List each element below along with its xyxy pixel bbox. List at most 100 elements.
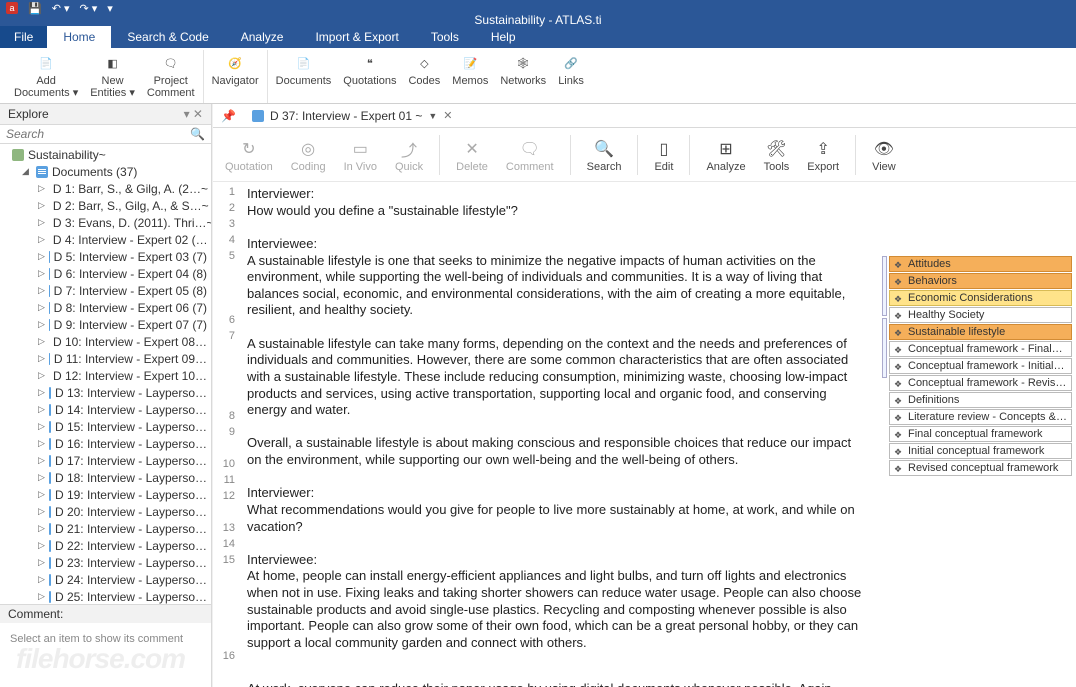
code-tag[interactable]: Initial conceptual framework [889, 443, 1072, 459]
text-line[interactable]: Interviewee: [247, 236, 866, 253]
code-tag[interactable]: Conceptual framework - Revis… [889, 375, 1072, 391]
save-icon[interactable]: 💾 [28, 2, 42, 15]
text-line[interactable]: A sustainable lifestyle can take many fo… [247, 336, 866, 419]
menu-file[interactable]: File [0, 26, 47, 48]
menu-search-code[interactable]: Search & Code [111, 26, 224, 48]
text-line[interactable]: How would you define a "sustainable life… [247, 203, 866, 220]
ribbon-networks[interactable]: 🕸Networks [500, 52, 546, 88]
ribbon-new[interactable]: ◧NewEntities ▾ [90, 52, 135, 99]
text-line[interactable] [247, 419, 866, 436]
text-line[interactable]: Overall, a sustainable lifestyle is abou… [247, 435, 866, 468]
document-node[interactable]: ▷D 13: Interview - Layperso… [4, 384, 211, 401]
text-line[interactable] [247, 469, 866, 486]
ribbon-links[interactable]: 🔗Links [558, 52, 584, 88]
search-input[interactable] [6, 127, 190, 141]
expand-icon[interactable]: ▷ [38, 455, 45, 466]
text-line[interactable] [247, 219, 866, 236]
document-node[interactable]: ▷D 6: Interview - Expert 04 (8) [4, 265, 211, 282]
expand-icon[interactable]: ▷ [38, 353, 45, 364]
document-node[interactable]: ▷D 12: Interview - Expert 10… [4, 367, 211, 384]
ribbon-project[interactable]: 🗨ProjectComment [147, 52, 195, 99]
tab-close-icon[interactable]: ✕ [443, 109, 452, 122]
project-root-node[interactable]: Sustainability~ [4, 146, 211, 163]
document-node[interactable]: ▷D 25: Interview - Layperso… [4, 588, 211, 604]
expand-icon[interactable]: ▷ [38, 251, 45, 262]
document-node[interactable]: ▷D 21: Interview - Layperso… [4, 520, 211, 537]
document-node[interactable]: ▷D 7: Interview - Expert 05 (8) [4, 282, 211, 299]
text-line[interactable] [247, 664, 866, 681]
document-tab[interactable]: D 37: Interview - Expert 01 ~ ▼ ✕ [244, 107, 461, 125]
ribbon-documents[interactable]: 📄Documents [276, 52, 332, 88]
document-node[interactable]: ▷D 10: Interview - Expert 08… [4, 333, 211, 350]
menu-analyze[interactable]: Analyze [225, 26, 300, 48]
explorer-search[interactable]: 🔍 [0, 125, 211, 144]
document-node[interactable]: ▷D 15: Interview - Layperso… [4, 418, 211, 435]
document-node[interactable]: ▷D 11: Interview - Expert 09… [4, 350, 211, 367]
document-node[interactable]: ▷D 19: Interview - Layperso… [4, 486, 211, 503]
document-node[interactable]: ▷D 23: Interview - Layperso… [4, 554, 211, 571]
expand-icon[interactable]: ▷ [38, 472, 45, 483]
ribbon-memos[interactable]: 📝Memos [452, 52, 488, 88]
ribbon-codes[interactable]: ◇Codes [408, 52, 440, 88]
code-tag[interactable]: Conceptual framework - Initial… [889, 358, 1072, 374]
expand-icon[interactable]: ▷ [38, 489, 45, 500]
expand-icon[interactable]: ▷ [38, 268, 45, 279]
ribbon-add[interactable]: 📄AddDocuments ▾ [14, 52, 78, 99]
toolbar-tools[interactable]: 🛠Tools [758, 137, 796, 173]
document-node[interactable]: ▷D 20: Interview - Layperso… [4, 503, 211, 520]
document-node[interactable]: ▷D 5: Interview - Expert 03 (7) [4, 248, 211, 265]
document-node[interactable]: ▷D 17: Interview - Layperso… [4, 452, 211, 469]
expand-icon[interactable]: ▷ [38, 200, 45, 211]
text-line[interactable]: At work, everyone can reduce their paper… [247, 681, 866, 687]
document-node[interactable]: ▷D 18: Interview - Layperso… [4, 469, 211, 486]
text-line[interactable]: What recommendations would you give for … [247, 502, 866, 535]
code-tag[interactable]: Definitions [889, 392, 1072, 408]
code-tag[interactable]: Literature review - Concepts &… [889, 409, 1072, 425]
expand-icon[interactable]: ▷ [38, 319, 45, 330]
code-tag[interactable]: Sustainable lifestyle [889, 324, 1072, 340]
document-node[interactable]: ▷D 8: Interview - Expert 06 (7) [4, 299, 211, 316]
document-node[interactable]: ▷D 4: Interview - Expert 02 (… [4, 231, 211, 248]
tab-dropdown-icon[interactable]: ▼ [428, 111, 437, 121]
expand-icon[interactable]: ▷ [38, 557, 45, 568]
toolbar-edit[interactable]: ▯Edit [648, 137, 679, 173]
expand-icon[interactable]: ▷ [38, 438, 45, 449]
expand-icon[interactable]: ▷ [38, 540, 45, 551]
code-tag[interactable]: Economic Considerations [889, 290, 1072, 306]
expand-icon[interactable]: ▷ [38, 404, 45, 415]
code-tag[interactable]: Attitudes [889, 256, 1072, 272]
expand-icon[interactable]: ▷ [38, 421, 45, 432]
code-tag[interactable]: Behaviors [889, 273, 1072, 289]
expand-icon[interactable]: ▷ [38, 285, 45, 296]
text-line[interactable]: Interviewer: [247, 186, 866, 203]
expand-icon[interactable]: ▷ [38, 370, 45, 381]
expand-icon[interactable]: ◢ [22, 166, 32, 177]
toolbar-search[interactable]: 🔍Search [581, 137, 628, 173]
document-node[interactable]: ▷D 2: Barr, S., Gilg, A., & S…~ [4, 197, 211, 214]
expand-icon[interactable]: ▷ [38, 506, 45, 517]
redo-icon[interactable]: ↷ ▾ [80, 2, 98, 15]
document-node[interactable]: ▷D 24: Interview - Layperso… [4, 571, 211, 588]
text-line[interactable]: A sustainable lifestyle is one that seek… [247, 253, 866, 320]
search-icon[interactable]: 🔍 [190, 127, 205, 141]
code-tag[interactable]: Final conceptual framework [889, 426, 1072, 442]
expand-icon[interactable]: ▷ [38, 234, 45, 245]
text-line[interactable]: At home, people can install energy-effic… [247, 568, 866, 664]
toolbar-view[interactable]: 👁View [866, 137, 902, 173]
document-node[interactable]: ▷D 9: Interview - Expert 07 (7) [4, 316, 211, 333]
toolbar-analyze[interactable]: ⊞Analyze [700, 137, 751, 173]
undo-icon[interactable]: ↶ ▾ [52, 2, 70, 15]
code-tag[interactable]: Conceptual framework - Final… [889, 341, 1072, 357]
document-node[interactable]: ▷D 1: Barr, S., & Gilg, A. (2…~ [4, 180, 211, 197]
document-node[interactable]: ▷D 16: Interview - Layperso… [4, 435, 211, 452]
text-line[interactable]: Interviewer: [247, 485, 866, 502]
expand-icon[interactable]: ▷ [38, 591, 45, 602]
code-tag[interactable]: Healthy Society [889, 307, 1072, 323]
pin-icon[interactable]: 📌 [217, 109, 240, 123]
ribbon-quotations[interactable]: ❝Quotations [343, 52, 396, 88]
document-node[interactable]: ▷D 3: Evans, D. (2011). Thri…~ [4, 214, 211, 231]
expand-icon[interactable]: ▷ [38, 574, 45, 585]
text-line[interactable]: Interviewee: [247, 552, 866, 569]
text-line[interactable] [247, 319, 866, 336]
menu-help[interactable]: Help [475, 26, 532, 48]
